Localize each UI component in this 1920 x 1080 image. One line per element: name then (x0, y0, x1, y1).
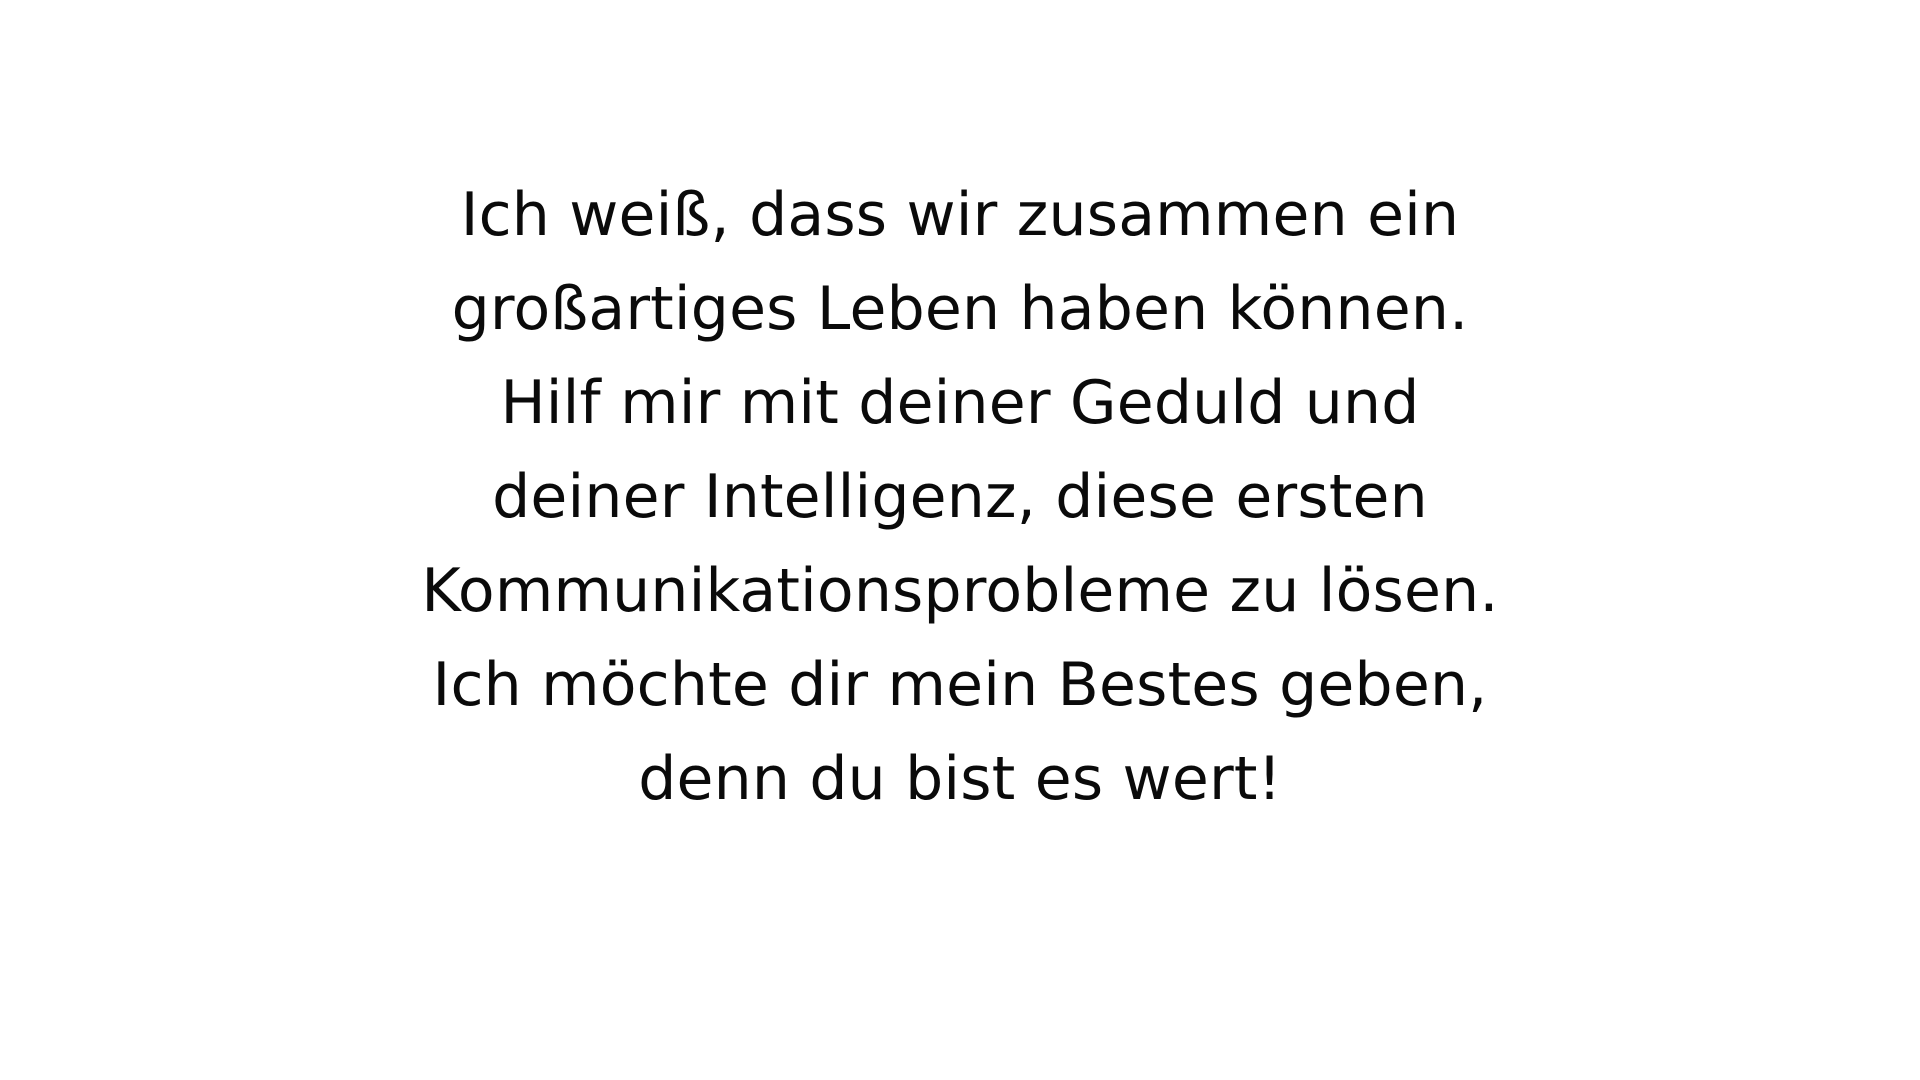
quote-line-7: denn du bist es wert! (638, 744, 1282, 814)
quote-line-1: Ich weiß, dass wir zusammen ein (460, 180, 1460, 250)
quote-line-5: Kommunikationsprobleme zu lösen. (421, 556, 1499, 626)
quote-text-block: Ich weiß, dass wir zusammen ein großarti… (0, 168, 1920, 826)
quote-line-3: Hilf mir mit deiner Geduld und (500, 368, 1420, 438)
quote-line-6: Ich möchte dir mein Bestes geben, (432, 650, 1488, 720)
quote-line-2: großartiges Leben haben können. (451, 274, 1469, 344)
quote-line-4: deiner Intelligenz, diese ersten (492, 462, 1428, 532)
